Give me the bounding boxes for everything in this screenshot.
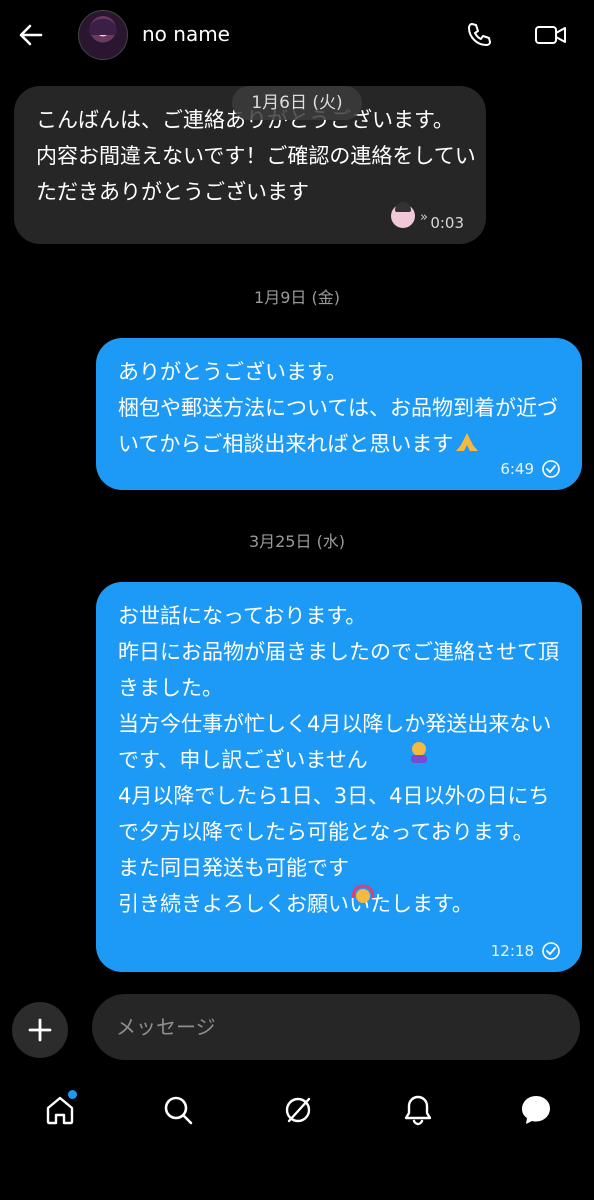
sent-check-icon bbox=[542, 460, 560, 478]
person-gesturing-ok-emoji-icon bbox=[351, 884, 375, 903]
person-bowing-emoji-icon bbox=[411, 742, 427, 763]
notifications-icon bbox=[404, 1095, 432, 1126]
date-pill: 1月6日 (火) bbox=[232, 86, 362, 120]
contact-name[interactable]: no name bbox=[142, 22, 230, 46]
add-attachment-button[interactable] bbox=[12, 1002, 68, 1058]
bottom-navigation bbox=[0, 1076, 594, 1156]
explore-icon bbox=[285, 1097, 311, 1123]
person-bowing-emoji-icon bbox=[391, 202, 415, 228]
phone-icon bbox=[468, 23, 491, 46]
call-button[interactable] bbox=[462, 18, 496, 52]
read-indicator-icon: » bbox=[420, 210, 428, 225]
message-text: お世話になっております。 昨日にお品物が届きましたのでご連絡させて頂きました。 … bbox=[118, 604, 559, 916]
messages-icon bbox=[522, 1096, 550, 1124]
back-button[interactable] bbox=[14, 18, 48, 52]
search-icon bbox=[164, 1096, 193, 1125]
message-composer bbox=[0, 994, 594, 1066]
chat-header: no name bbox=[0, 0, 594, 72]
nav-explore[interactable] bbox=[278, 1090, 318, 1130]
date-separator: 3月25日 (水) bbox=[248, 532, 346, 551]
message-input[interactable] bbox=[92, 994, 580, 1060]
outgoing-message[interactable]: お世話になっております。 昨日にお品物が届きましたのでご連絡させて頂きました。 … bbox=[96, 582, 582, 972]
video-call-button[interactable] bbox=[534, 18, 568, 52]
nav-search[interactable] bbox=[158, 1090, 198, 1130]
date-separator: 1月9日 (金) bbox=[254, 288, 340, 307]
message-text: ありがとうございます。 梱包や郵送方法については、お品物到着が近づいてからご相談… bbox=[118, 360, 558, 456]
message-time: 12:18 bbox=[490, 942, 534, 960]
nav-messages[interactable] bbox=[516, 1090, 556, 1130]
video-camera-icon bbox=[535, 26, 566, 44]
arrow-left-icon bbox=[19, 24, 43, 46]
nav-notifications[interactable] bbox=[398, 1090, 438, 1130]
plus-icon bbox=[28, 1018, 52, 1042]
message-time: 6:49 bbox=[500, 460, 534, 478]
notification-dot bbox=[68, 1090, 77, 1099]
folded-hands-emoji-icon bbox=[456, 433, 479, 451]
avatar[interactable] bbox=[78, 10, 128, 60]
message-time: 0:03 bbox=[430, 214, 464, 232]
outgoing-message[interactable]: ありがとうございます。 梱包や郵送方法については、お品物到着が近づいてからご相談… bbox=[96, 338, 582, 490]
sent-check-icon bbox=[542, 942, 560, 960]
